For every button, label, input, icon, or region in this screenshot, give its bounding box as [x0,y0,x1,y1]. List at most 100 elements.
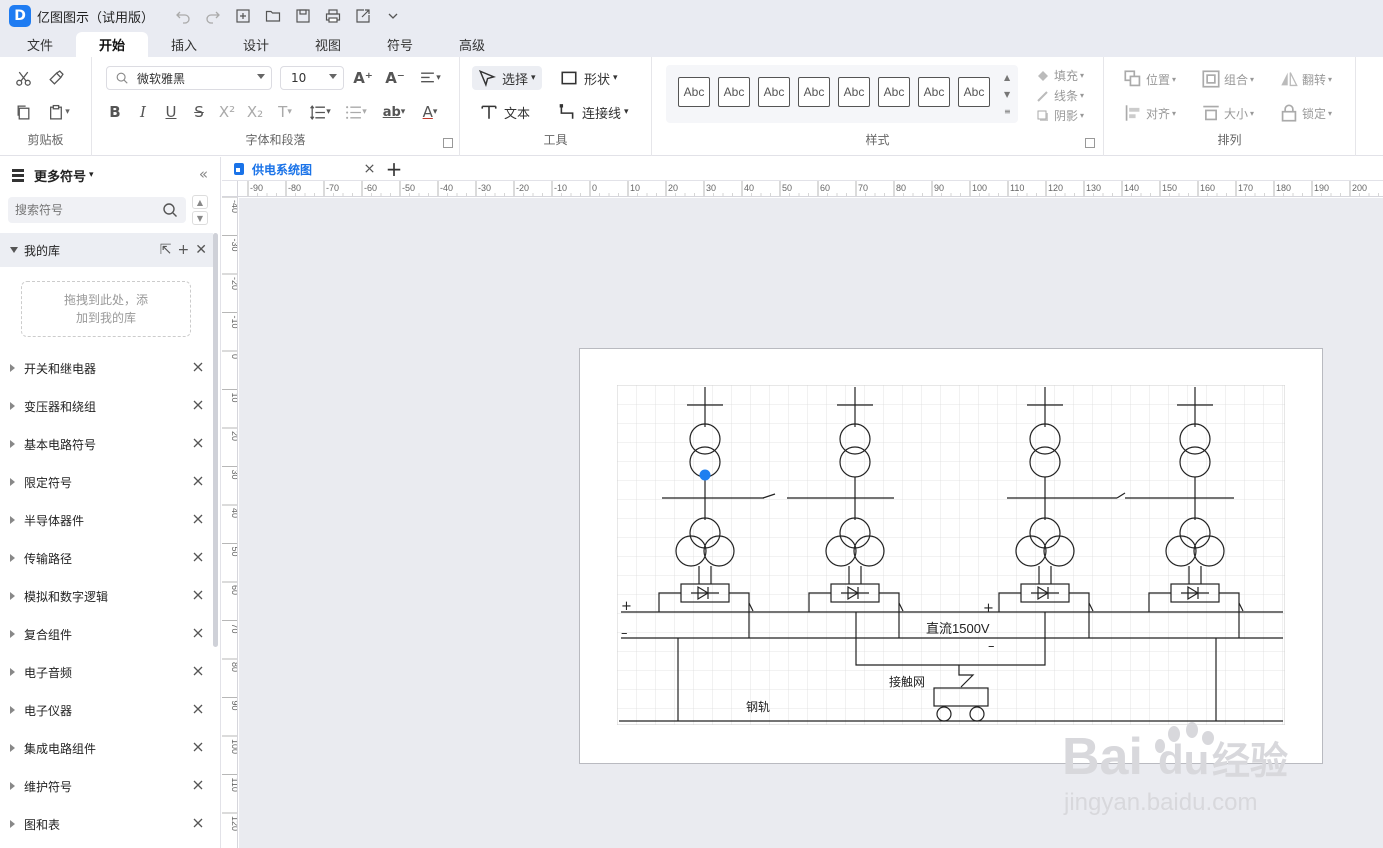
close-icon[interactable] [191,360,205,374]
selection-handle[interactable] [699,469,711,481]
more-icon[interactable]: ≡ [1004,103,1011,120]
highlight-button[interactable]: ab ▾ [378,100,410,124]
tab-advanced[interactable]: 高级 [436,32,508,57]
redo-button[interactable] [198,3,228,29]
flip-button[interactable]: 翻转 ▾ [1280,70,1332,88]
fill-button[interactable]: 填充 ▾ [1036,67,1084,84]
strikethrough-button[interactable]: S [186,100,212,124]
style-swatch-3[interactable]: Abc [758,77,790,107]
superscript-button[interactable]: X² [214,100,240,124]
connector-tool-button[interactable]: 连接线 ▾ [558,100,629,124]
new-tab-button[interactable]: + [384,157,404,181]
format-painter-button[interactable] [42,66,68,90]
size-button[interactable]: 大小 ▾ [1202,104,1254,122]
increase-font-button[interactable]: A⁺ [350,66,376,90]
category-transmission-paths[interactable]: 传输路径 [0,539,213,577]
drawing-page[interactable]: + – + – 直流1500V 接触网 钢轨 [579,348,1323,764]
library-drop-zone[interactable]: 拖拽到此处，添 加到我的库 [21,281,191,337]
copy-button[interactable] [10,100,36,124]
category-charts-tables[interactable]: 图和表 [0,805,213,843]
tab-symbols[interactable]: 符号 [364,32,436,57]
close-icon[interactable] [191,512,205,526]
category-basic-circuit[interactable]: 基本电路符号 [0,425,213,463]
close-icon[interactable] [191,436,205,450]
style-gallery-scroll[interactable]: ▲ ▼ ≡ [1004,69,1011,120]
group-button[interactable]: 组合 ▾ [1202,70,1254,88]
tab-design[interactable]: 设计 [220,32,292,57]
close-icon[interactable] [191,702,205,716]
bold-button[interactable]: B [102,100,128,124]
print-button[interactable] [318,3,348,29]
category-analog-digital-logic[interactable]: 模拟和数字逻辑 [0,577,213,615]
style-swatch-5[interactable]: Abc [838,77,870,107]
font-size-select[interactable]: 10 [280,66,344,90]
new-file-button[interactable] [228,3,258,29]
text-case-button[interactable]: T ▾ [270,100,300,124]
more-symbols-dropdown[interactable]: 更多符号 ▾ [10,165,94,185]
open-file-button[interactable] [258,3,288,29]
close-icon[interactable] [191,398,205,412]
close-icon[interactable] [191,778,205,792]
tab-insert[interactable]: 插入 [148,32,220,57]
category-transformers[interactable]: 变压器和绕组 [0,387,213,425]
category-switches-relays[interactable]: 开关和继电器 [0,349,213,387]
chevron-up-icon[interactable]: ▲ [1004,69,1011,86]
style-swatch-7[interactable]: Abc [918,77,950,107]
category-composite-components[interactable]: 复合组件 [0,615,213,653]
power-supply-diagram[interactable]: + – + – 直流1500V 接触网 钢轨 [617,385,1285,725]
close-icon[interactable] [191,588,205,602]
lock-button[interactable]: 锁定 ▾ [1280,104,1332,122]
panel-scrollbar[interactable] [213,233,218,647]
font-color-button[interactable]: A ▾ [414,100,446,124]
shape-tool-button[interactable]: 形状 ▾ [560,66,618,90]
close-icon[interactable] [191,816,205,830]
import-icon[interactable]: ⇱ [160,242,172,258]
tab-file[interactable]: 文件 [4,32,76,57]
tab-home[interactable]: 开始 [76,32,148,57]
close-icon[interactable] [363,162,376,175]
line-spacing-button[interactable]: ▾ [304,100,336,124]
style-swatch-8[interactable]: Abc [958,77,990,107]
bullet-list-button[interactable]: ▾ [340,100,372,124]
category-semiconductors[interactable]: 半导体器件 [0,501,213,539]
close-icon[interactable] [191,740,205,754]
save-button[interactable] [288,3,318,29]
category-qualifying[interactable]: 限定符号 [0,463,213,501]
search-icon[interactable] [162,202,178,218]
close-icon[interactable] [191,550,205,564]
text-tool-button[interactable]: 文本 [480,100,530,124]
chevron-up-icon[interactable]: ▲ [192,195,208,209]
font-dialog-launcher-icon[interactable] [443,138,453,148]
category-electronic-instruments[interactable]: 电子仪器 [0,691,213,729]
customize-toolbar-button[interactable] [378,3,408,29]
undo-button[interactable] [168,3,198,29]
style-swatch-1[interactable]: Abc [678,77,710,107]
export-button[interactable] [348,3,378,29]
my-library-header[interactable]: 我的库 ⇱ + ✕ [0,233,213,267]
decrease-font-button[interactable]: A⁻ [382,66,408,90]
chevron-down-icon[interactable]: ▼ [1004,86,1011,103]
style-swatch-2[interactable]: Abc [718,77,750,107]
style-swatch-4[interactable]: Abc [798,77,830,107]
horizontal-ruler[interactable]: -90 -80 -70 -60 -50 -40 -30 -20 -10 0 10 20 30 40 50 60… [238,181,1383,197]
cut-button[interactable] [10,66,36,90]
close-icon[interactable]: ✕ [195,242,207,258]
line-button[interactable]: 线条 ▾ [1036,87,1084,104]
chevron-down-icon[interactable]: ▼ [192,211,208,225]
font-family-select[interactable]: 微软雅黑 [106,66,272,90]
category-maintenance-symbols[interactable]: 维护符号 [0,767,213,805]
document-tab[interactable]: 供电系统图 [232,157,380,181]
close-icon[interactable] [191,664,205,678]
collapse-panel-icon[interactable]: « [199,165,208,183]
tab-view[interactable]: 视图 [292,32,364,57]
align-button[interactable]: 对齐 ▾ [1124,104,1176,122]
text-align-button[interactable]: ▾ [414,66,446,90]
select-tool-button[interactable]: 选择 ▾ [472,66,542,90]
position-button[interactable]: 位置 ▾ [1124,70,1176,88]
close-icon[interactable] [191,626,205,640]
styles-dialog-launcher-icon[interactable] [1085,138,1095,148]
subscript-button[interactable]: X₂ [242,100,268,124]
category-ic-components[interactable]: 集成电路组件 [0,729,213,767]
vertical-ruler[interactable]: -40 -30 -20 -10 0 10 20 30 40 50 60 70 80 90 100 110 120… [222,197,238,848]
italic-button[interactable]: I [130,100,156,124]
